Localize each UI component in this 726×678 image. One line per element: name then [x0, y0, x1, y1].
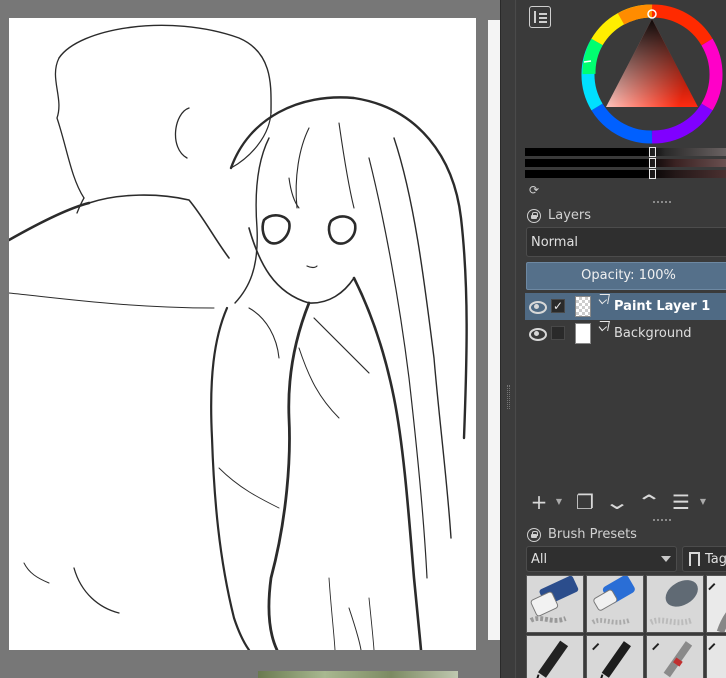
- opacity-label: Opacity: 100%: [581, 268, 676, 283]
- technical-pen-icon[interactable]: [646, 635, 704, 678]
- properties-icon[interactable]: ☰: [669, 491, 693, 513]
- layer-row-paint-layer-1[interactable]: ✓ Paint Layer 1: [525, 293, 726, 320]
- eraser-icon[interactable]: [526, 575, 584, 633]
- blend-mode-value: Normal: [531, 235, 579, 250]
- chevron-down-icon: [661, 556, 671, 562]
- layer-name: Background: [614, 326, 692, 341]
- move-up-icon[interactable]: ⌃: [630, 491, 668, 513]
- layer-checkbox[interactable]: ✓: [551, 299, 565, 313]
- layers-title: Layers: [548, 208, 592, 223]
- chevron-down-icon[interactable]: ▼: [554, 491, 564, 513]
- layer-name: Paint Layer 1: [614, 299, 711, 314]
- soft-eraser-icon[interactable]: [646, 575, 704, 633]
- panel-splitter[interactable]: [500, 0, 516, 678]
- layer-thumbnail: [575, 296, 591, 317]
- chevron-down-icon[interactable]: ▼: [698, 491, 708, 513]
- layer-row-background[interactable]: Background: [525, 320, 726, 347]
- visibility-eye-icon[interactable]: [529, 300, 547, 314]
- line-art-sketch: [9, 24, 468, 650]
- docker-grip[interactable]: [653, 519, 671, 523]
- visibility-eye-icon[interactable]: [529, 327, 547, 341]
- lock-icon[interactable]: [527, 209, 541, 223]
- lock-icon[interactable]: [527, 528, 541, 542]
- docker-list-icon[interactable]: [529, 6, 551, 28]
- brush-presets-docker-title: Brush Presets: [525, 524, 726, 546]
- paint-layer-icon: [598, 294, 610, 304]
- fineliner-icon[interactable]: [706, 635, 726, 678]
- brush-tag-filter-select[interactable]: All: [526, 546, 677, 572]
- color-selector-wheel[interactable]: [581, 4, 725, 144]
- ink-pen-icon[interactable]: [586, 635, 644, 678]
- bookmark-icon: [689, 552, 700, 566]
- docker-strip: [517, 0, 525, 678]
- copy-icon[interactable]: ❐: [573, 491, 597, 513]
- paint-layer-icon: [598, 321, 610, 331]
- filter-value: All: [531, 552, 548, 567]
- brush-preset-grid: [526, 575, 726, 678]
- tag-label: Tag: [705, 552, 726, 567]
- right-docker-panel: ⟳ Layers Normal Opacity: 100% ✓ Paint La…: [525, 0, 726, 678]
- layer-thumbnail: [575, 323, 591, 344]
- opacity-slider[interactable]: Opacity: 100%: [526, 262, 726, 290]
- reference-image-strip: [258, 671, 458, 678]
- tag-button[interactable]: Tag: [682, 546, 726, 572]
- layer-checkbox[interactable]: [551, 326, 565, 340]
- refresh-icon[interactable]: ⟳: [527, 183, 541, 197]
- canvas-area[interactable]: [0, 0, 500, 678]
- layers-list[interactable]: ✓ Paint Layer 1 Background: [525, 292, 726, 488]
- marker-pen-icon[interactable]: [526, 635, 584, 678]
- drawing-canvas[interactable]: [9, 18, 476, 650]
- splitter-grip[interactable]: [507, 385, 510, 409]
- blend-mode-select[interactable]: Normal: [526, 227, 726, 257]
- brush-presets-title: Brush Presets: [548, 527, 637, 542]
- color-value-sliders[interactable]: [525, 147, 726, 180]
- layers-toolbar: + ▼ ❐ ⌄ ⌃ ☰ ▼: [525, 488, 726, 518]
- plus-icon[interactable]: +: [528, 491, 550, 513]
- blue-eraser-icon[interactable]: [586, 575, 644, 633]
- pencil-icon[interactable]: [706, 575, 726, 633]
- layers-docker-title: Layers: [525, 205, 726, 227]
- adjacent-page: [488, 20, 500, 640]
